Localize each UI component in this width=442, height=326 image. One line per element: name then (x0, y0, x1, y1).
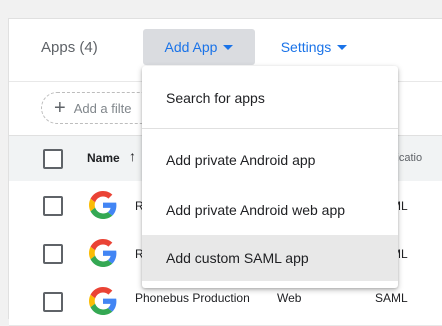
google-g-icon (89, 287, 117, 315)
add-app-label: Add App (164, 39, 218, 55)
google-g-icon (89, 191, 117, 219)
google-g-icon (89, 239, 117, 267)
caret-down-icon (337, 44, 348, 50)
add-app-dropdown-menu: Search for apps Add private Android app … (142, 66, 398, 288)
select-all-checkbox[interactable] (43, 149, 63, 169)
apps-title: Apps (4) (41, 39, 98, 56)
plus-icon: + (54, 97, 66, 119)
menu-divider (142, 128, 398, 129)
app-type: Web (277, 291, 302, 305)
menu-item-search-apps[interactable]: Search for apps (142, 76, 398, 120)
settings-label: Settings (280, 39, 332, 55)
column-name[interactable]: Name (87, 151, 120, 165)
menu-item-add-custom-saml-app[interactable]: Add custom SAML app (142, 235, 398, 281)
add-app-button[interactable]: Add App (143, 29, 255, 65)
sort-up-icon[interactable]: ↑ (129, 148, 136, 164)
row-checkbox[interactable] (43, 244, 63, 264)
caret-down-icon (223, 44, 234, 50)
row-checkbox[interactable] (43, 292, 63, 312)
menu-item-add-private-android-web-app[interactable]: Add private Android web app (142, 188, 398, 232)
app-auth: SAML (375, 291, 408, 305)
add-filter-label: Add a filte (73, 100, 132, 116)
settings-button[interactable]: Settings (271, 29, 357, 65)
menu-item-add-private-android-app[interactable]: Add private Android app (142, 138, 398, 182)
app-name[interactable]: Phonebus Production (135, 291, 250, 305)
row-checkbox[interactable] (43, 196, 63, 216)
